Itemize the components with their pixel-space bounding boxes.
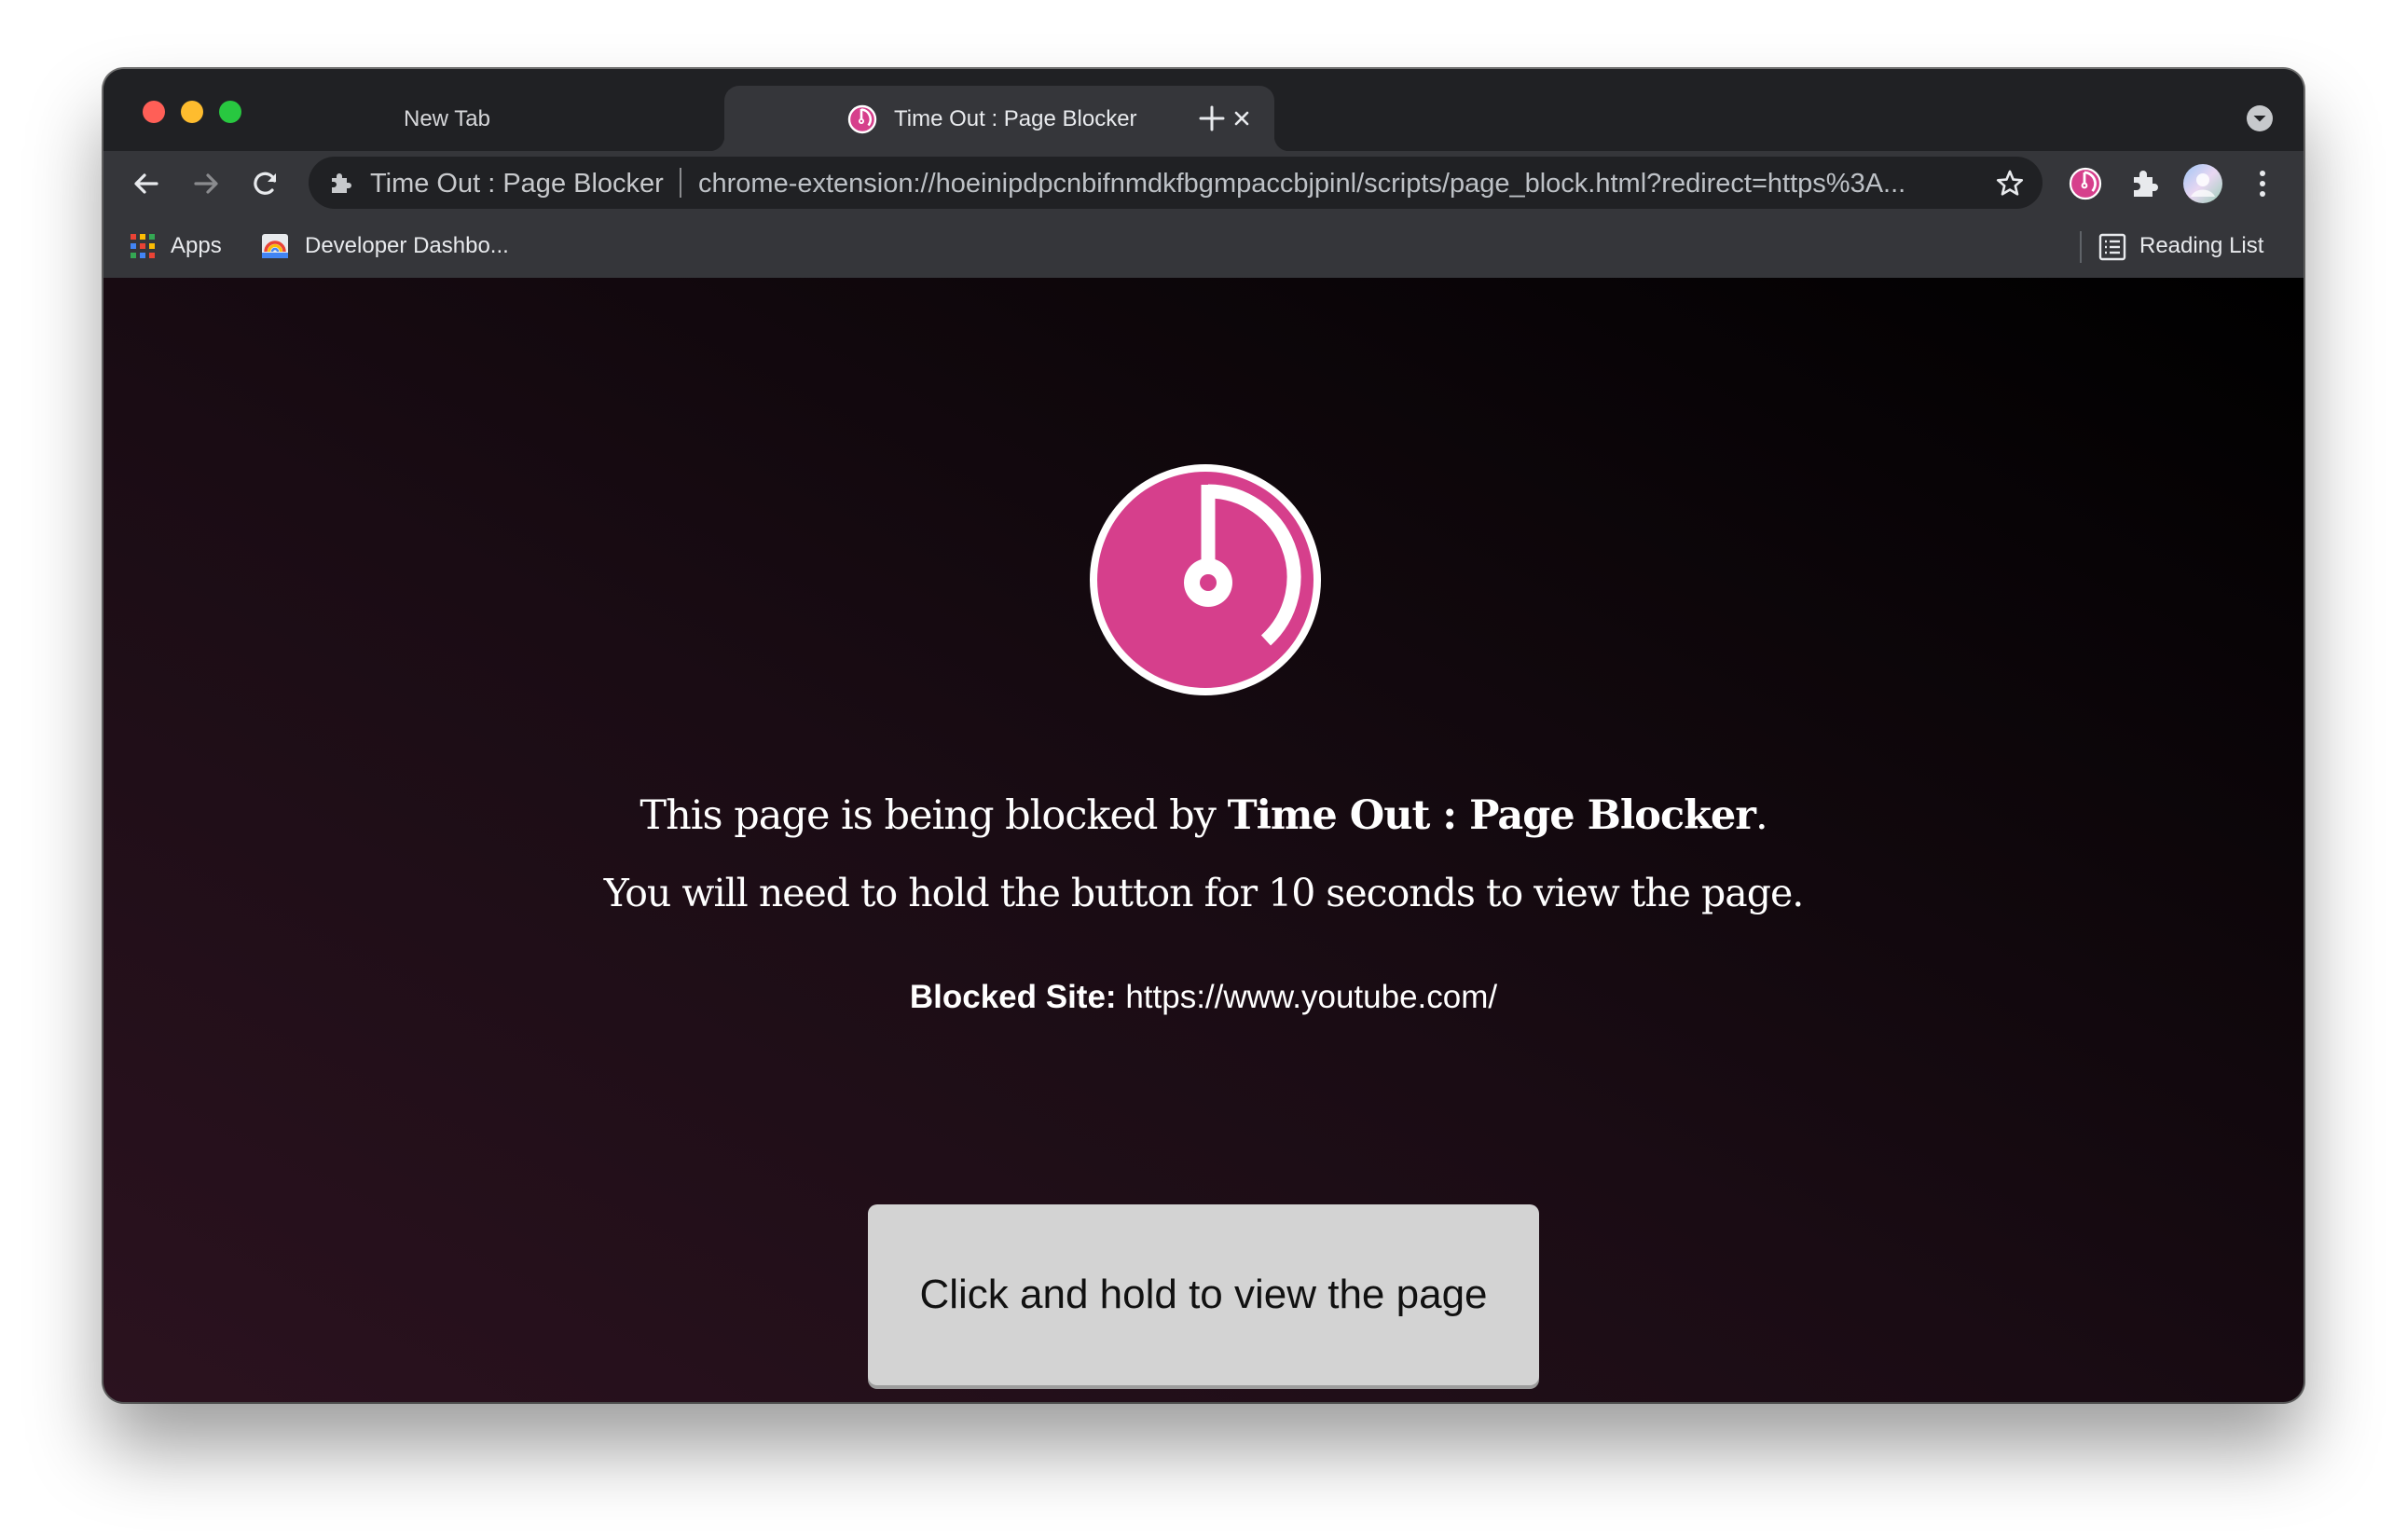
tab-title: New Tab bbox=[404, 106, 490, 131]
tab-title: Time Out : Page Blocker bbox=[894, 106, 1137, 131]
window-close-button[interactable] bbox=[143, 101, 165, 123]
bookmarks-bar: Apps Developer Dashbo... Reading List bbox=[103, 216, 2304, 278]
avatar-icon[interactable] bbox=[2182, 163, 2223, 204]
reload-icon[interactable] bbox=[247, 165, 284, 202]
window-minimize-button[interactable] bbox=[181, 101, 203, 123]
timer-logo-icon bbox=[1090, 464, 1321, 695]
browser-window: New Tab Time Out : Page Blocker Time Out… bbox=[103, 69, 2304, 1402]
time-out-extension-icon[interactable] bbox=[2067, 165, 2104, 202]
toolbar: Time Out : Page Blocker chrome-extension… bbox=[103, 151, 2304, 216]
reading-list-label: Reading List bbox=[2139, 233, 2264, 258]
hold-instruction: You will need to hold the button for 10 … bbox=[603, 871, 1805, 915]
blocked-message-end: . bbox=[1754, 792, 1768, 839]
site-chip: Time Out : Page Blocker bbox=[370, 169, 664, 199]
bookmark-label: Apps bbox=[171, 233, 222, 258]
bookmark-apps[interactable]: Apps bbox=[130, 224, 251, 267]
tab-time-out-page-blocker[interactable]: Time Out : Page Blocker bbox=[709, 86, 1289, 151]
kebab-menu-icon[interactable] bbox=[2244, 165, 2281, 202]
blocked-site-url: https://www.youtube.com/ bbox=[1125, 979, 1498, 1015]
forward-arrow-icon[interactable] bbox=[187, 165, 225, 202]
blocked-site-label: Blocked Site: bbox=[909, 979, 1117, 1015]
tab-search-chevron-icon[interactable] bbox=[2244, 103, 2276, 134]
address-bar[interactable]: Time Out : Page Blocker chrome-extension… bbox=[309, 157, 2043, 209]
blocked-site-row: Blocked Site: https://www.youtube.com/ bbox=[103, 979, 2304, 1016]
extension-name: Time Out : Page Blocker bbox=[1227, 792, 1756, 839]
reading-list-icon bbox=[2098, 233, 2126, 261]
tab-strip: New Tab Time Out : Page Blocker bbox=[103, 69, 2304, 151]
blocked-message-intro: This page is being blocked by bbox=[640, 792, 1228, 839]
back-arrow-icon[interactable] bbox=[128, 165, 165, 202]
puzzle-icon bbox=[332, 173, 351, 193]
puzzle-icon[interactable] bbox=[2126, 165, 2164, 202]
window-maximize-button[interactable] bbox=[219, 101, 241, 123]
apps-grid-icon bbox=[131, 234, 155, 258]
close-icon[interactable] bbox=[1230, 106, 1254, 131]
plus-icon[interactable] bbox=[1194, 101, 1230, 136]
hold-to-view-button[interactable]: Click and hold to view the page bbox=[868, 1204, 1539, 1385]
developer-dashboard-icon bbox=[262, 234, 288, 258]
time-out-favicon-icon bbox=[847, 104, 877, 134]
reading-list-button[interactable]: Reading List bbox=[2098, 224, 2294, 267]
address-divider bbox=[680, 168, 681, 198]
bookmarks-divider bbox=[2080, 231, 2082, 263]
star-icon[interactable] bbox=[1994, 168, 2026, 199]
url-text[interactable]: chrome-extension://hoeinipdpcnbifnmdkfbg… bbox=[698, 169, 1985, 199]
bookmark-developer-dashboard[interactable]: Developer Dashbo... bbox=[260, 224, 568, 267]
bookmark-label: Developer Dashbo... bbox=[305, 233, 509, 258]
page-content: This page is being blocked by Time Out :… bbox=[103, 278, 2304, 1402]
blocked-message: This page is being blocked by Time Out :… bbox=[103, 792, 2304, 839]
